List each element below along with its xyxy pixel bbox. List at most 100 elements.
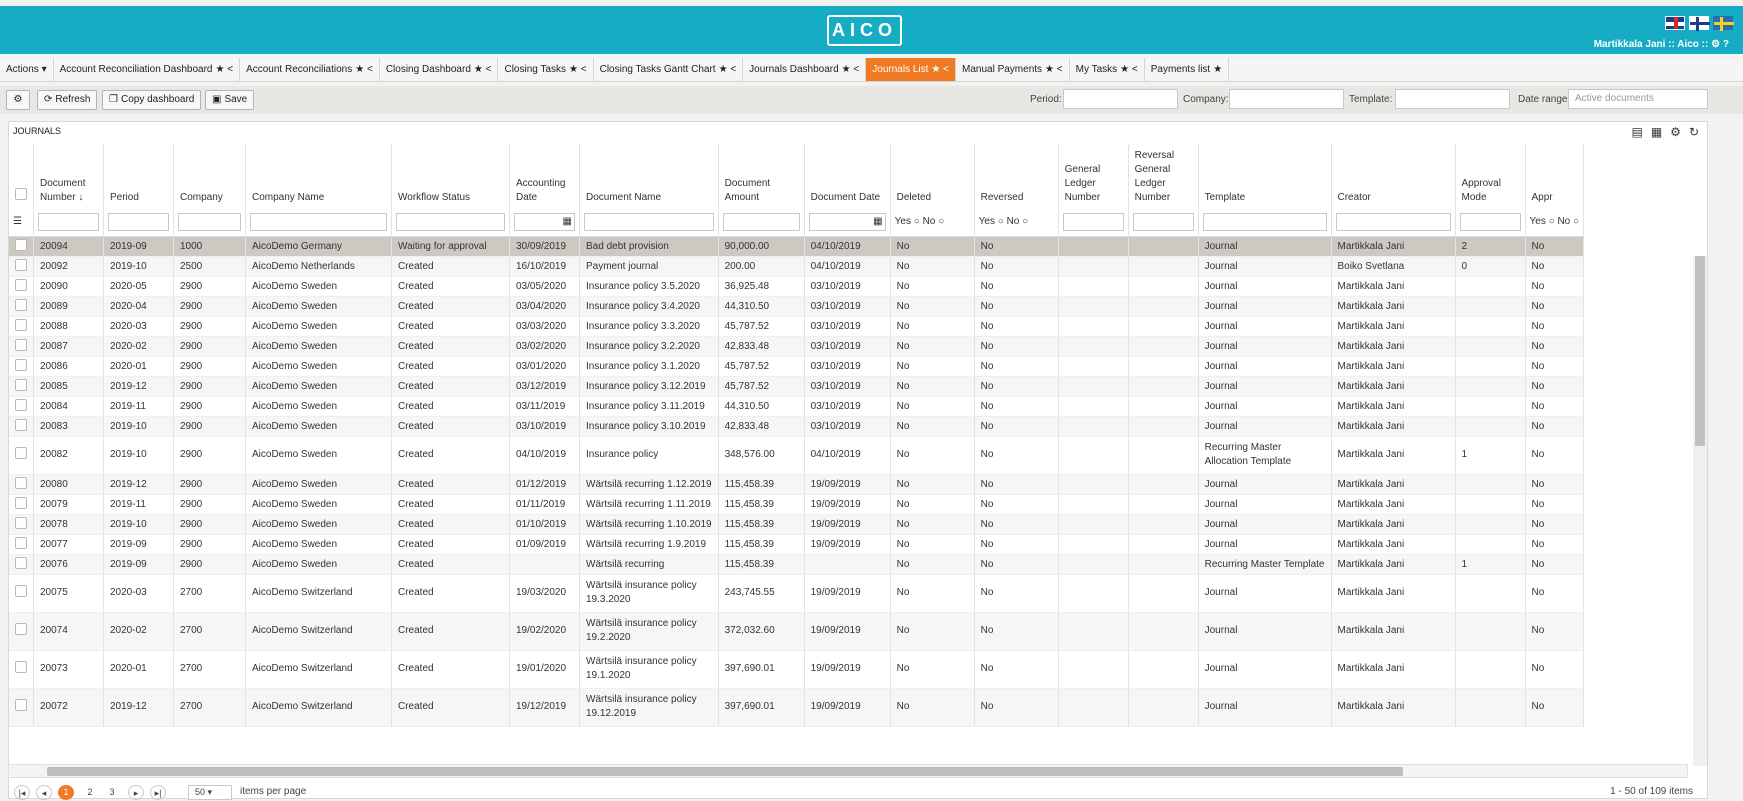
row-checkbox[interactable] (15, 258, 27, 271)
no-radio[interactable]: ○ (938, 216, 944, 227)
table-row[interactable]: 20079 2019-11 2900 AicoDemo Sweden Created 01… (9, 494, 1585, 515)
star-share-icon[interactable]: ★ < (355, 58, 373, 82)
table-row[interactable]: 20087 2020-02 2900 AicoDemo Sweden Created 03… (9, 336, 1585, 357)
column-header[interactable]: Appr (1525, 144, 1585, 208)
filter-list-icon[interactable]: ☰ (13, 216, 22, 227)
date-filter-input[interactable]: ▦ (808, 212, 886, 231)
column-header[interactable]: Creator (1331, 144, 1456, 208)
yes-radio[interactable]: ○ (914, 216, 920, 227)
column-header[interactable]: Document Name (579, 144, 719, 208)
table-row[interactable]: 20083 2019-10 2900 AicoDemo Sweden Created 03… (9, 416, 1585, 437)
no-radio[interactable]: ○ (1573, 216, 1579, 227)
page-2-button[interactable]: 2 (82, 785, 98, 800)
tab-2[interactable]: Account Reconciliations ★ < (240, 58, 380, 81)
column-header[interactable]: Deleted (890, 144, 975, 208)
select-all-checkbox[interactable] (15, 188, 27, 200)
tab-1[interactable]: Account Reconciliation Dashboard ★ < (54, 58, 241, 81)
period-input[interactable] (1063, 89, 1178, 109)
sweden-flag-icon[interactable] (1713, 16, 1734, 31)
table-row[interactable]: 20077 2019-09 2900 AicoDemo Sweden Created 01… (9, 534, 1585, 555)
tab-9[interactable]: My Tasks ★ < (1070, 58, 1145, 81)
row-checkbox[interactable] (15, 622, 27, 635)
page-size-select[interactable]: 50 ▾ (188, 785, 232, 800)
row-checkbox[interactable] (15, 516, 27, 529)
star-share-icon[interactable]: ★ < (474, 58, 492, 82)
row-checkbox[interactable] (15, 238, 27, 251)
row-checkbox[interactable] (15, 358, 27, 371)
star-share-icon[interactable]: ★ < (1120, 58, 1138, 82)
column-header[interactable]: Template (1198, 144, 1332, 208)
excel-export-icon[interactable]: ▦ (1651, 125, 1662, 139)
column-header[interactable]: Accounting Date (509, 144, 580, 208)
page-1-button[interactable]: 1 (58, 785, 74, 800)
column-header[interactable]: Approval Mode (1455, 144, 1526, 208)
help-icon[interactable]: ? (1723, 39, 1729, 50)
settings-button[interactable]: ⚙ (6, 90, 30, 110)
column-header[interactable]: Workflow Status (391, 144, 510, 208)
row-checkbox[interactable] (15, 318, 27, 331)
row-checkbox[interactable] (15, 446, 27, 459)
row-checkbox[interactable] (15, 536, 27, 549)
table-row[interactable]: 20073 2020-01 2700 AicoDemo Switzerland Crea… (9, 650, 1585, 689)
gear-icon[interactable]: ⚙ (1711, 39, 1720, 50)
scroll-thumb[interactable] (47, 767, 1403, 776)
filter-input[interactable] (1459, 212, 1521, 231)
tab-0[interactable]: Actions ▾ (0, 58, 54, 81)
filter-input[interactable] (178, 212, 241, 231)
table-row[interactable]: 20080 2019-12 2900 AicoDemo Sweden Created 01… (9, 474, 1585, 495)
company-input[interactable] (1229, 89, 1344, 109)
filter-input[interactable] (108, 212, 169, 231)
column-header[interactable]: General Ledger Number (1058, 144, 1129, 208)
template-input[interactable] (1395, 89, 1510, 109)
yes-radio[interactable]: ○ (998, 216, 1004, 227)
copy-dashboard-button[interactable]: ❐ Copy dashboard (102, 90, 202, 110)
row-checkbox[interactable] (15, 556, 27, 569)
horizontal-scrollbar[interactable] (8, 764, 1688, 778)
user-line-text[interactable]: Martikkala Jani :: Aico :: (1594, 39, 1709, 50)
table-row[interactable]: 20088 2020-03 2900 AicoDemo Sweden Created 03… (9, 316, 1585, 337)
column-header[interactable]: Reversal General Ledger Number (1128, 144, 1199, 208)
date-range-select[interactable]: Active documents (1568, 89, 1708, 109)
page-3-button[interactable]: 3 (104, 785, 120, 800)
pdf-export-icon[interactable]: ▤ (1631, 125, 1642, 139)
filter-input[interactable] (250, 212, 387, 231)
tab-4[interactable]: Closing Tasks ★ < (498, 58, 594, 81)
gear-icon[interactable]: ⚙ (1670, 125, 1681, 139)
next-page-button[interactable]: ▸ (128, 785, 144, 800)
reload-icon[interactable]: ↻ (1689, 125, 1699, 139)
scroll-thumb[interactable] (1695, 256, 1705, 446)
column-header[interactable]: Company Name (245, 144, 392, 208)
row-checkbox[interactable] (15, 378, 27, 391)
tab-5[interactable]: Closing Tasks Gantt Chart ★ < (594, 58, 744, 81)
table-row[interactable]: 20086 2020-01 2900 AicoDemo Sweden Created 03… (9, 356, 1585, 377)
filter-input[interactable] (722, 212, 800, 231)
finland-flag-icon[interactable] (1689, 16, 1710, 31)
table-row[interactable]: 20072 2019-12 2700 AicoDemo Switzerland Crea… (9, 688, 1585, 727)
tab-8[interactable]: Manual Payments ★ < (956, 58, 1070, 81)
calendar-icon[interactable]: ▦ (563, 216, 572, 227)
calendar-icon[interactable]: ▦ (873, 216, 882, 227)
tab-6[interactable]: Journals Dashboard ★ < (743, 58, 867, 82)
table-row[interactable]: 20094 2019-09 1000 AicoDemo Germany Waiting … (9, 236, 1585, 257)
save-button[interactable]: ▣ Save (205, 90, 255, 110)
filter-input[interactable] (1335, 212, 1451, 231)
star-share-icon[interactable]: ★ < (842, 58, 860, 82)
star-share-icon[interactable]: ★ < (719, 58, 737, 82)
yes-radio[interactable]: ○ (1549, 216, 1555, 227)
row-checkbox[interactable] (15, 698, 27, 711)
filter-input[interactable] (1132, 212, 1194, 231)
star-share-icon[interactable]: ★ < (1045, 58, 1063, 82)
table-row[interactable]: 20090 2020-05 2900 AicoDemo Sweden Created 03… (9, 276, 1585, 297)
column-header[interactable]: Reversed (974, 144, 1059, 208)
filter-input[interactable] (396, 212, 505, 231)
row-checkbox[interactable] (15, 476, 27, 489)
vertical-scrollbar[interactable] (1693, 256, 1707, 766)
row-checkbox[interactable] (15, 496, 27, 509)
filter-input[interactable] (38, 212, 99, 231)
filter-input[interactable] (1062, 212, 1124, 231)
tab-3[interactable]: Closing Dashboard ★ < (380, 58, 499, 81)
row-checkbox[interactable] (15, 584, 27, 597)
table-row[interactable]: 20076 2019-09 2900 AicoDemo Sweden Created Wä… (9, 554, 1585, 575)
column-header[interactable]: Document Number ↓ (33, 144, 104, 208)
first-page-button[interactable]: |◂ (14, 785, 30, 800)
